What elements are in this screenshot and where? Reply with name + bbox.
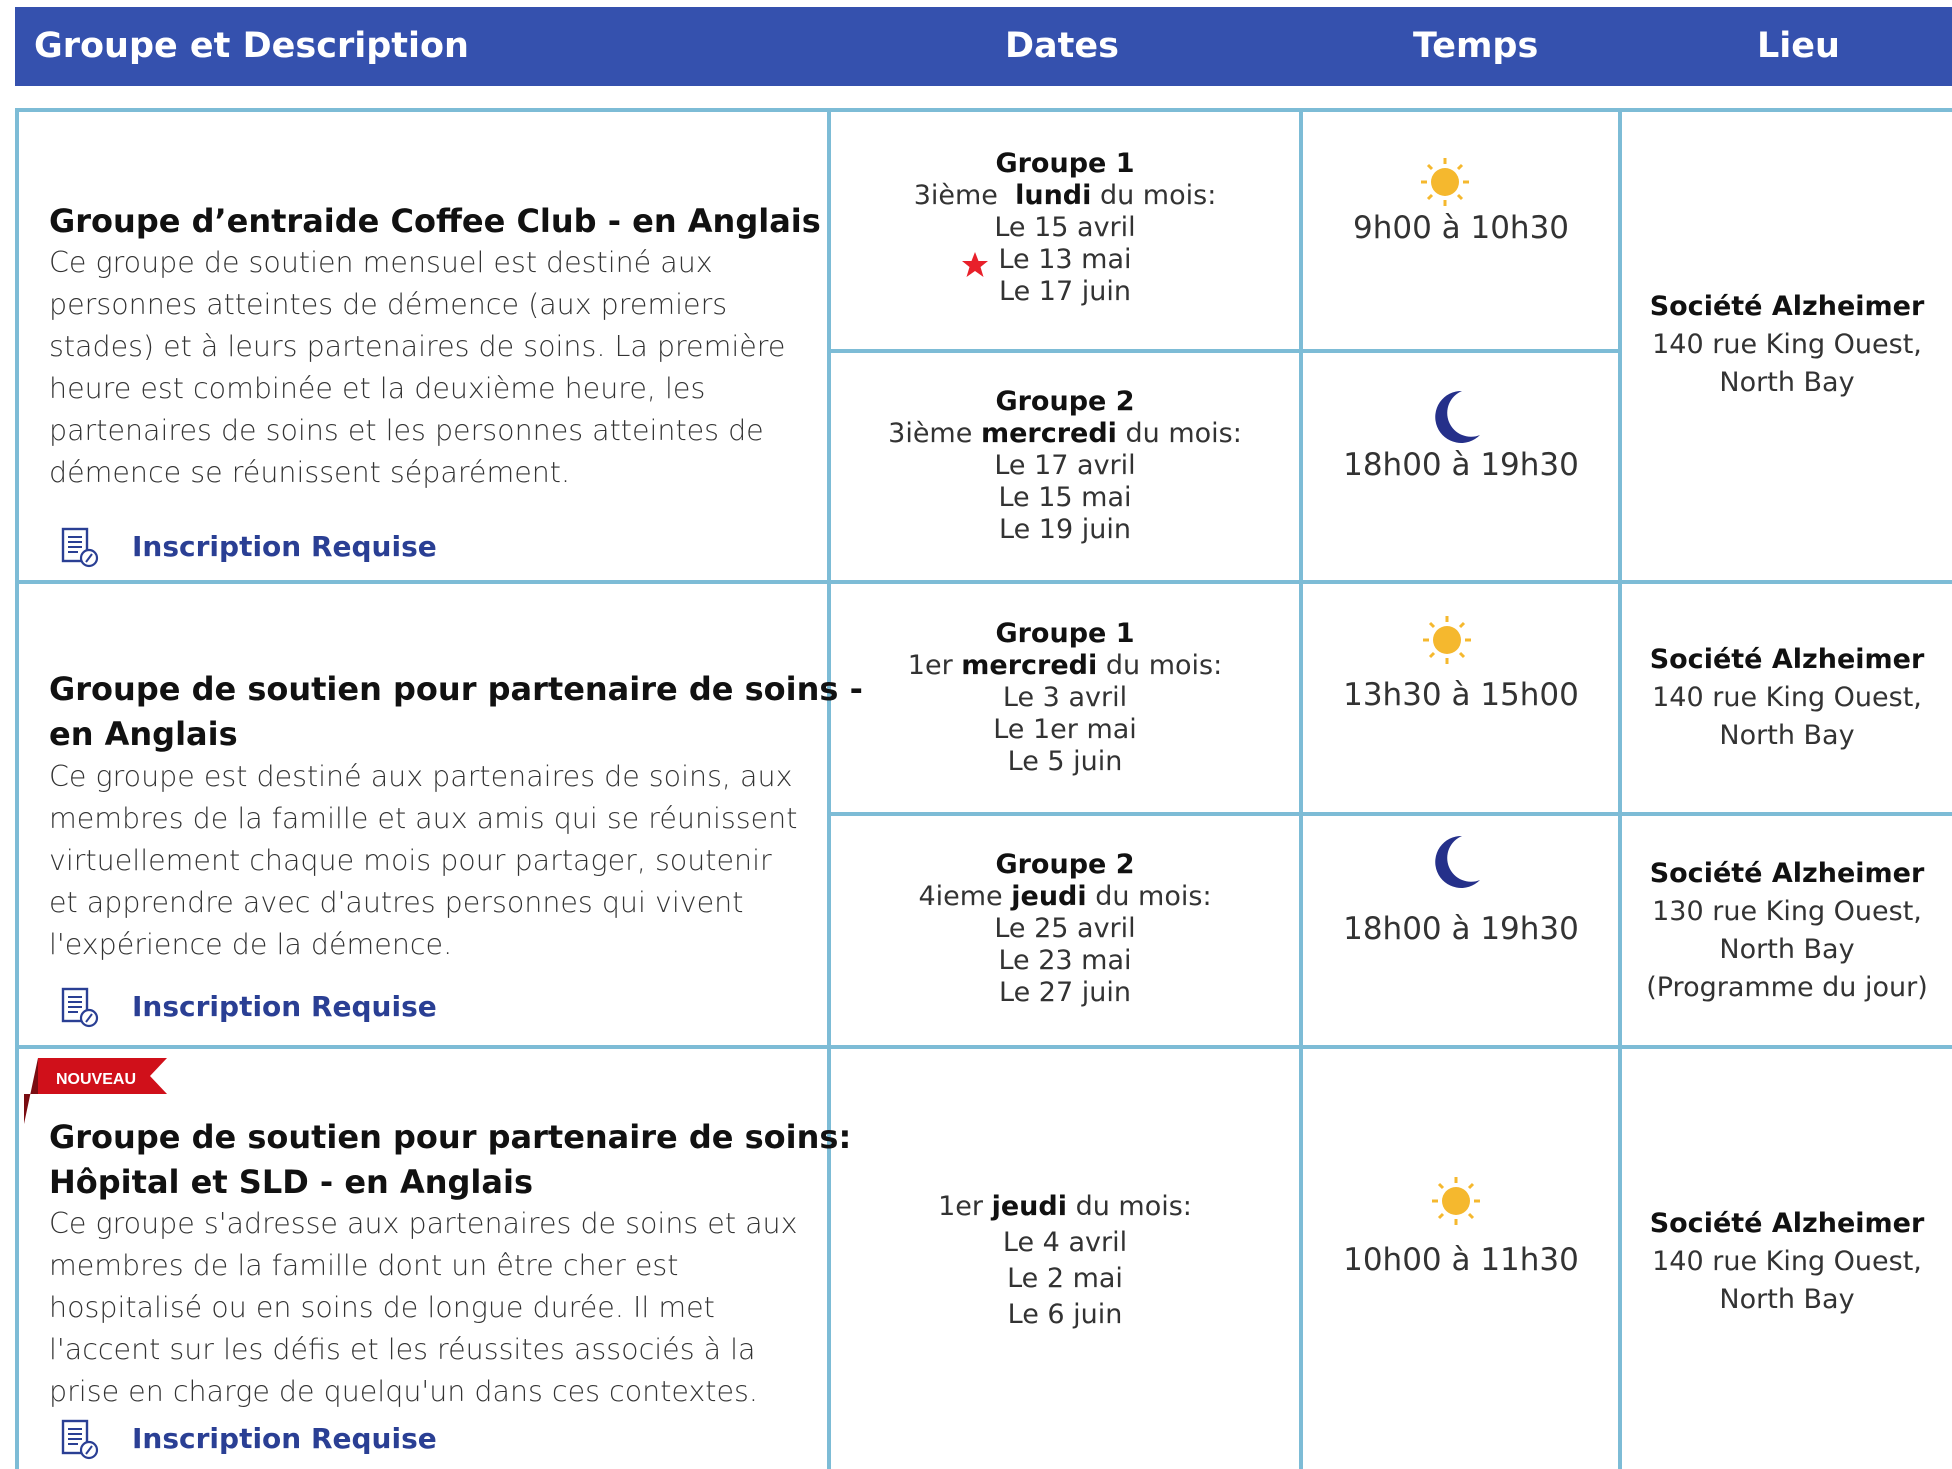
place-address: 140 rue King Ouest, bbox=[1652, 1246, 1922, 1277]
grid-line-top bbox=[15, 108, 1952, 112]
date-item: Le 4 avril bbox=[1002, 1227, 1128, 1258]
row3-title-line1: Groupe de soutien pour partenaire de soi… bbox=[49, 1118, 852, 1156]
group-label: Groupe 2 bbox=[995, 849, 1135, 880]
moon-icon bbox=[1435, 835, 1480, 888]
grid-line-row2-split bbox=[829, 812, 1952, 816]
group-label: Groupe 1 bbox=[995, 148, 1135, 179]
row3-title-line2: Hôpital et SLD - en Anglais bbox=[49, 1163, 533, 1201]
header-group-description: Groupe et Description bbox=[34, 26, 469, 66]
row1-title: Groupe d’entraide Coffee Club - en Angla… bbox=[49, 202, 821, 240]
row3-dates: 1er jeudi du mois: Le 4 avril Le 2 mai L… bbox=[831, 1189, 1299, 1333]
row2-description: Ce groupe est destiné aux partenaires de… bbox=[49, 760, 798, 961]
registration-label: Inscription Requise bbox=[132, 1422, 437, 1455]
row1-group1-time: 9h00 à 10h30 bbox=[1352, 210, 1570, 246]
row1-place: Société Alzheimer 140 rue King Ouest, No… bbox=[1622, 288, 1952, 402]
registration-form-icon bbox=[61, 527, 99, 568]
date-item: Le 17 avril bbox=[994, 450, 1136, 481]
row3-time: 10h00 à 11h30 bbox=[1343, 1242, 1579, 1278]
table-header: Groupe et Description Dates Temps Lieu bbox=[15, 7, 1952, 86]
frequency: 1er jeudi du mois: bbox=[938, 1191, 1192, 1222]
row2-group1-place: Société Alzheimer 140 rue King Ouest, No… bbox=[1622, 641, 1952, 755]
frequency: 4ieme jeudi du mois: bbox=[918, 881, 1212, 912]
place-address: 140 rue King Ouest, bbox=[1652, 682, 1922, 713]
header-time: Temps bbox=[1413, 26, 1539, 66]
row2-group1-time: 13h30 à 15h00 bbox=[1343, 677, 1579, 713]
place-name: Société Alzheimer bbox=[1649, 1208, 1925, 1239]
place-name: Société Alzheimer bbox=[1649, 858, 1925, 889]
date-item: Le 15 mai bbox=[998, 482, 1132, 513]
place-name: Société Alzheimer bbox=[1649, 291, 1925, 322]
star-icon bbox=[962, 252, 988, 277]
place-city: North Bay bbox=[1719, 1284, 1855, 1315]
place-city: North Bay bbox=[1719, 720, 1855, 751]
frequency: 1er mercredi du mois: bbox=[907, 650, 1223, 681]
date-item: Le 3 avril bbox=[1002, 682, 1128, 713]
grid-line-row1-bottom bbox=[15, 580, 1952, 584]
date-item: Le 15 avril bbox=[994, 212, 1136, 243]
row1-group2-dates: Groupe 2 3ième mercredi du mois: Le 17 a… bbox=[831, 386, 1299, 546]
place-note: (Programme du jour) bbox=[1646, 972, 1928, 1003]
row2-group2-place: Société Alzheimer 130 rue King Ouest, No… bbox=[1622, 855, 1952, 1007]
row2-group2-dates: Groupe 2 4ieme jeudi du mois: Le 25 avri… bbox=[831, 849, 1299, 1009]
group-label: Groupe 2 bbox=[995, 386, 1135, 417]
place-city: North Bay bbox=[1719, 367, 1855, 398]
place-name: Société Alzheimer bbox=[1649, 644, 1925, 675]
row2-title-line2: en Anglais bbox=[49, 715, 238, 753]
date-item: Le 6 juin bbox=[1007, 1299, 1123, 1330]
frequency: 3ième mercredi du mois: bbox=[888, 418, 1242, 449]
date-item: Le 25 avril bbox=[994, 913, 1136, 944]
sun-icon bbox=[1421, 158, 1469, 206]
row3-place: Société Alzheimer 140 rue King Ouest, No… bbox=[1622, 1205, 1952, 1319]
moon-icon bbox=[1435, 390, 1480, 443]
place-city: North Bay bbox=[1719, 934, 1855, 965]
grid-line-row1-split bbox=[829, 349, 1622, 353]
badge-label: NOUVEAU bbox=[56, 1071, 136, 1088]
date-item: Le 23 mai bbox=[998, 945, 1132, 976]
row1-group1-dates: Groupe 1 3ième lundi du mois: Le 15 avri… bbox=[831, 148, 1299, 308]
row2-title-line1: Groupe de soutien pour partenaire de soi… bbox=[49, 670, 863, 708]
place-address: 140 rue King Ouest, bbox=[1652, 329, 1922, 360]
place-address: 130 rue King Ouest, bbox=[1652, 896, 1922, 927]
date-item: Le 1er mai bbox=[993, 714, 1137, 745]
row1-description: Ce groupe de soutien mensuel est destiné… bbox=[49, 246, 786, 489]
header-place: Lieu bbox=[1757, 26, 1840, 66]
row2-group2-time: 18h00 à 19h30 bbox=[1343, 911, 1579, 947]
date-item: Le 27 juin bbox=[999, 977, 1131, 1008]
registration-label: Inscription Requise bbox=[132, 990, 437, 1023]
row3-description: Ce groupe s'adresse aux partenaires de s… bbox=[49, 1207, 798, 1408]
date-item: Le 19 juin bbox=[999, 514, 1131, 545]
row2-group1-dates: Groupe 1 1er mercredi du mois: Le 3 avri… bbox=[831, 618, 1299, 778]
registration-label: Inscription Requise bbox=[132, 530, 437, 563]
registration-form-icon bbox=[61, 1419, 99, 1460]
grid-line-left bbox=[15, 108, 19, 1469]
sun-icon bbox=[1423, 616, 1471, 664]
date-item: Le 2 mai bbox=[1007, 1263, 1123, 1294]
group-label: Groupe 1 bbox=[995, 618, 1135, 649]
date-item: Le 5 juin bbox=[1007, 746, 1123, 777]
row1-group2-time: 18h00 à 19h30 bbox=[1343, 447, 1579, 483]
date-item: Le 17 juin bbox=[999, 276, 1131, 307]
header-dates: Dates bbox=[1005, 26, 1119, 66]
date-item: Le 13 mai bbox=[998, 244, 1132, 275]
frequency: 3ième lundi du mois: bbox=[913, 180, 1217, 211]
grid-line-row2-bottom bbox=[15, 1045, 1952, 1049]
registration-form-icon bbox=[61, 987, 99, 1028]
sun-icon bbox=[1432, 1177, 1480, 1225]
